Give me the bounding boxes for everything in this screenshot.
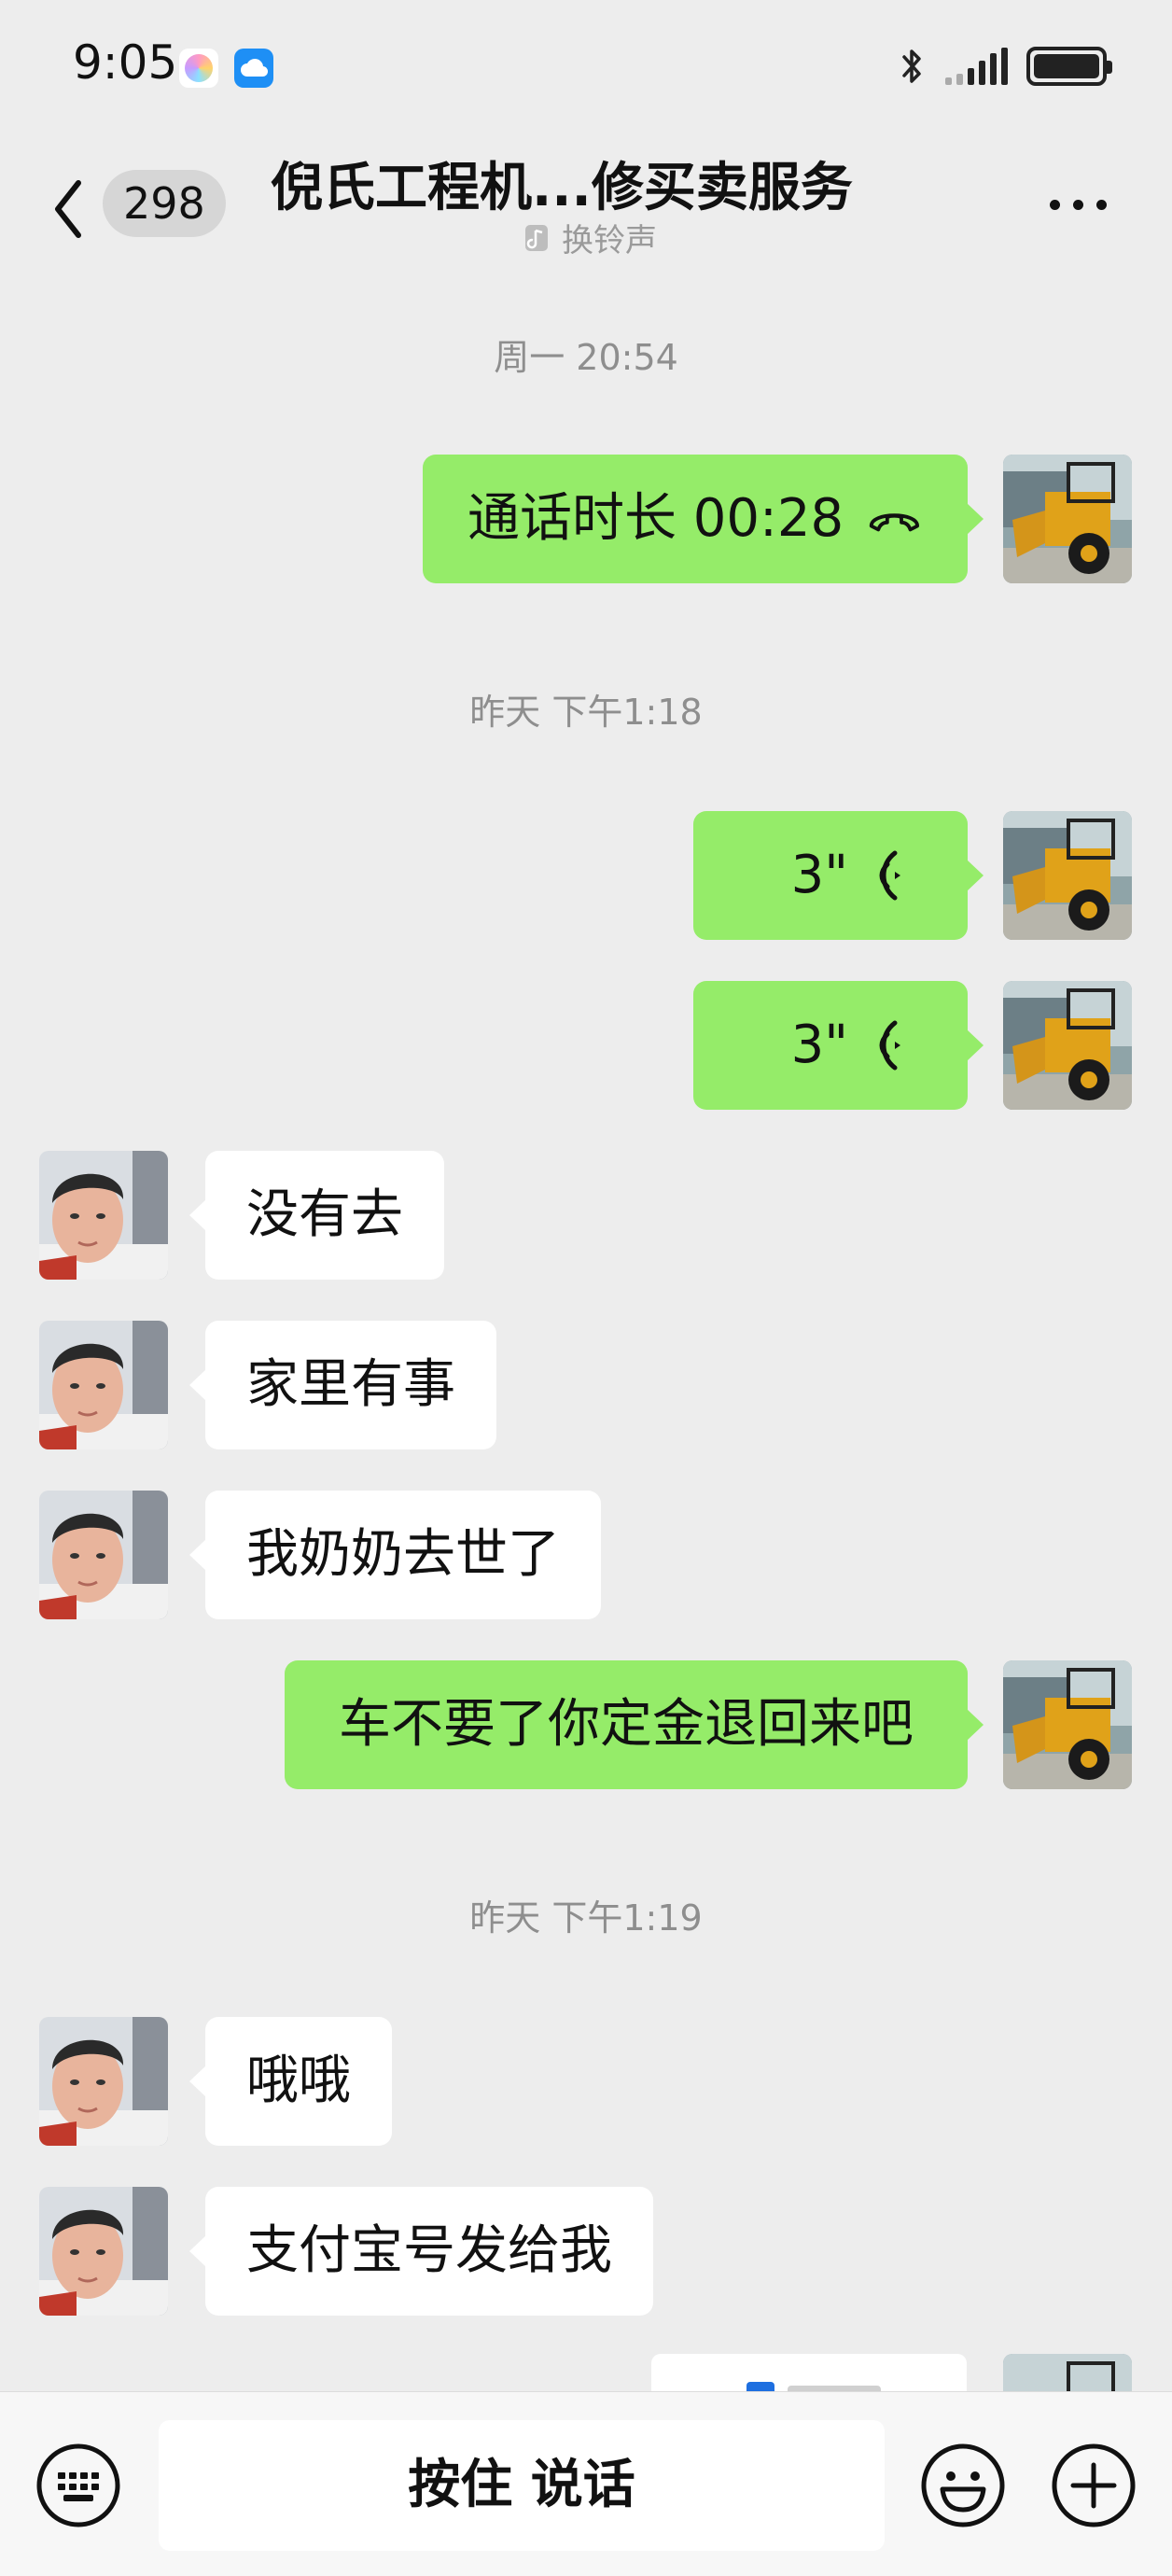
my-avatar[interactable] [1003, 2354, 1132, 2391]
loader-photo [1003, 1660, 1132, 1789]
contact-avatar[interactable] [39, 1151, 168, 1280]
contact-photo [39, 1151, 168, 1280]
message-text: 支付宝号发给我 [246, 2220, 612, 2281]
my-avatar[interactable] [1003, 811, 1132, 940]
ringtone-button[interactable]: 换铃声 [523, 215, 657, 260]
hold-to-talk-button[interactable]: 按住 说话 [159, 2420, 885, 2551]
loader-photo [1003, 981, 1132, 1110]
ringtone-label: 换铃声 [562, 222, 657, 259]
contact-photo [39, 1491, 168, 1619]
voice-wave-icon [879, 1020, 900, 1071]
emoji-icon[interactable] [920, 2443, 1006, 2528]
message-text: 哦哦 [246, 2051, 351, 2111]
phone-hangup-icon [869, 513, 920, 532]
photos-app-icon [179, 49, 218, 88]
chat-title[interactable]: 倪氏工程机...修买卖服务 [271, 146, 853, 221]
loader-photo [1003, 455, 1132, 583]
message-text: 车不要了你定金退回来吧 [339, 1694, 914, 1755]
cloud-app-icon [234, 49, 273, 88]
my-avatar[interactable] [1003, 1660, 1132, 1789]
loader-photo [1003, 2354, 1132, 2391]
contact-photo [39, 2187, 168, 2316]
contact-message-bubble[interactable]: 支付宝号发给我 [189, 2187, 653, 2316]
signal-icon [945, 48, 1008, 85]
chevron-left-icon[interactable] [45, 172, 91, 246]
call-record-bubble[interactable]: 通话时长 00:28 [423, 455, 984, 583]
input-bar: 按住 说话 [0, 2391, 1172, 2576]
battery-icon [1026, 47, 1112, 86]
voice-message-bubble[interactable]: 3" [693, 981, 984, 1110]
contact-photo [39, 2017, 168, 2146]
status-time: 9:05 [73, 35, 178, 90]
timestamp: 昨天 下午1:18 [469, 692, 703, 733]
more-dots-icon[interactable] [1050, 200, 1107, 210]
keyboard-icon[interactable] [35, 2443, 121, 2528]
contact-message-bubble[interactable]: 哦哦 [189, 2017, 392, 2146]
unread-count-badge[interactable]: 298 [103, 170, 226, 237]
timestamp: 周一 20:54 [494, 337, 678, 378]
contact-message-bubble[interactable]: 家里有事 [189, 1321, 496, 1449]
partial-message-card[interactable] [651, 2354, 967, 2391]
voice-duration: 3" [790, 845, 848, 905]
contact-photo [39, 1321, 168, 1449]
contact-avatar[interactable] [39, 1491, 168, 1619]
status-bar: 9:05 [0, 0, 1172, 131]
my-avatar[interactable] [1003, 455, 1132, 583]
contact-avatar[interactable] [39, 2187, 168, 2316]
message-text: 家里有事 [246, 1354, 455, 1415]
ringtone-icon [525, 224, 548, 251]
voice-wave-icon [879, 850, 900, 901]
contact-message-bubble[interactable]: 没有去 [189, 1151, 444, 1280]
voice-duration: 3" [790, 1015, 848, 1075]
my-message-bubble[interactable]: 车不要了你定金退回来吧 [285, 1660, 984, 1789]
contact-avatar[interactable] [39, 1321, 168, 1449]
timestamp: 昨天 下午1:19 [469, 1897, 703, 1939]
contact-message-bubble[interactable]: 我奶奶去世了 [189, 1491, 601, 1619]
plus-icon[interactable] [1051, 2443, 1137, 2528]
message-text: 没有去 [246, 1184, 403, 1245]
call-duration-text: 通话时长 00:28 [467, 488, 844, 549]
my-avatar[interactable] [1003, 981, 1132, 1110]
contact-avatar[interactable] [39, 2017, 168, 2146]
status-indicators [899, 45, 1112, 88]
bluetooth-icon [902, 49, 921, 83]
message-text: 我奶奶去世了 [246, 1524, 560, 1585]
chat-header: 298 倪氏工程机...修买卖服务 换铃声 [0, 131, 1172, 280]
voice-message-bubble[interactable]: 3" [693, 811, 984, 940]
loader-photo [1003, 811, 1132, 940]
